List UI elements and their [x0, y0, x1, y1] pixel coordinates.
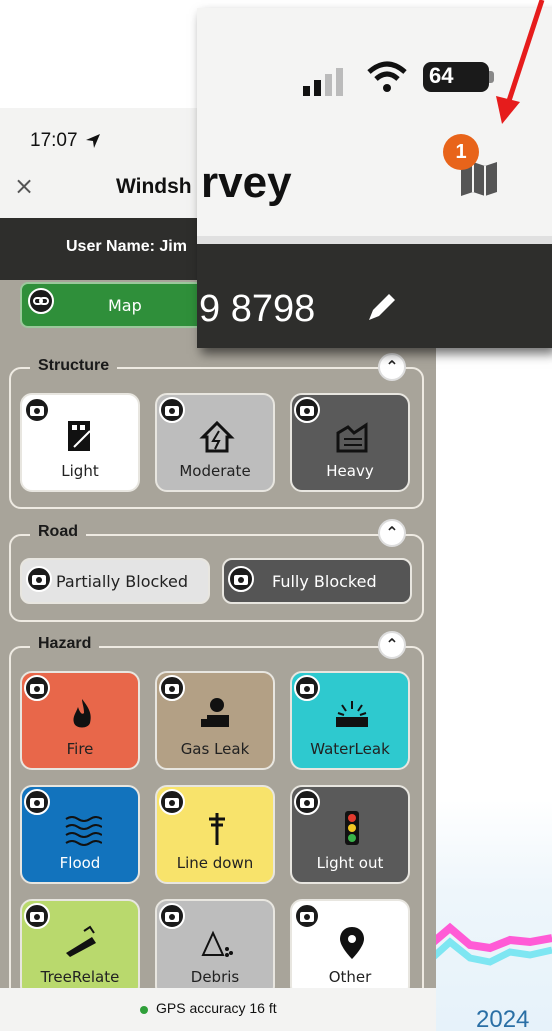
building-collapse-icon — [336, 422, 368, 453]
camera-icon — [159, 397, 185, 423]
location-arrow-icon — [86, 134, 100, 148]
tree-icon — [66, 925, 96, 957]
camera-icon — [228, 566, 254, 592]
tile-label: Line down — [176, 854, 254, 872]
camera-icon — [24, 789, 50, 815]
house-damage-icon — [199, 420, 235, 453]
camera-icon — [24, 903, 50, 929]
location-pin-icon — [340, 927, 364, 959]
power-line-icon — [209, 813, 225, 845]
structure-collapse-button[interactable]: ⌃ — [378, 353, 406, 381]
battery-level: 64 — [429, 63, 454, 88]
wifi-icon — [367, 61, 407, 92]
map-button-label: Map — [108, 296, 142, 315]
flood-icon — [65, 816, 102, 846]
tile-fire[interactable]: Fire — [20, 671, 140, 770]
camera-icon — [159, 789, 185, 815]
tile-label: Moderate — [179, 462, 251, 480]
red-arrow-annotation — [496, 0, 545, 124]
close-button[interactable]: × — [14, 172, 34, 200]
signal-icon — [303, 68, 343, 96]
fully-blocked-button[interactable]: Fully Blocked — [222, 558, 412, 604]
camera-icon — [294, 789, 320, 815]
tile-line-down[interactable]: Line down — [155, 785, 275, 884]
tile-heavy[interactable]: Heavy — [290, 393, 410, 492]
pencil-icon[interactable] — [365, 290, 399, 324]
camera-icon — [24, 397, 50, 423]
camera-icon — [294, 675, 320, 701]
tile-label: Debris — [190, 968, 240, 986]
tile-moderate[interactable]: Moderate — [155, 393, 275, 492]
tile-label: Heavy — [326, 462, 374, 480]
tile-label: Other — [328, 968, 372, 986]
tile-label: Gas Leak — [180, 740, 250, 758]
tile-label: Light out — [316, 854, 384, 872]
gps-bar: GPS accuracy 16 ft — [0, 988, 436, 1031]
zoom-title: rvey — [201, 158, 292, 207]
divider — [197, 236, 552, 244]
tile-gas-leak[interactable]: Gas Leak — [155, 671, 275, 770]
partially-blocked-button[interactable]: Partially Blocked — [20, 558, 210, 604]
tile-label: WaterLeak — [310, 740, 390, 758]
water-leak-icon — [336, 701, 368, 727]
road-title: Road — [30, 523, 86, 541]
tile-light[interactable]: Light — [20, 393, 140, 492]
fire-icon — [73, 699, 91, 728]
building-light-icon — [68, 421, 91, 451]
camera-icon — [24, 675, 50, 701]
status-time: 17:07 — [30, 130, 78, 151]
background-waves — [430, 922, 552, 966]
gps-status-dot — [140, 1006, 148, 1014]
tile-label: TreeRelate — [40, 968, 120, 986]
user-name: User Name: Jim — [66, 238, 187, 255]
tile-label: Flood — [59, 854, 101, 872]
tile-water-leak[interactable]: WaterLeak — [290, 671, 410, 770]
page-title: Windsh — [116, 175, 192, 198]
camera-icon — [294, 397, 320, 423]
tile-light-out[interactable]: Light out — [290, 785, 410, 884]
road-collapse-button[interactable]: ⌃ — [378, 519, 406, 547]
hazard-title: Hazard — [30, 635, 100, 653]
button-label: Fully Blocked — [272, 572, 377, 591]
tile-debris[interactable]: Debris — [155, 899, 275, 998]
tile-other[interactable]: Other — [290, 899, 410, 998]
zoom-code: 9 8798 — [199, 288, 316, 330]
link-icon — [28, 288, 54, 314]
map-button[interactable]: Map — [20, 282, 220, 328]
gps-accuracy: GPS accuracy 16 ft — [156, 1000, 277, 1016]
camera-icon — [294, 903, 320, 929]
camera-icon — [159, 675, 185, 701]
tile-label: Light — [61, 462, 99, 480]
tile-tree-relate[interactable]: TreeRelate — [20, 899, 140, 998]
structure-title: Structure — [30, 357, 118, 375]
tile-flood[interactable]: Flood — [20, 785, 140, 884]
button-label: Partially Blocked — [56, 572, 188, 591]
hazard-collapse-button[interactable]: ⌃ — [378, 631, 406, 659]
gas-leak-icon — [201, 698, 229, 727]
traffic-light-icon — [345, 811, 359, 845]
camera-icon — [26, 566, 52, 592]
tile-label: Fire — [66, 740, 94, 758]
notification-badge: 1 — [443, 134, 479, 170]
debris-icon — [201, 930, 233, 957]
background-year: 2024 — [476, 1006, 530, 1033]
camera-icon — [159, 903, 185, 929]
